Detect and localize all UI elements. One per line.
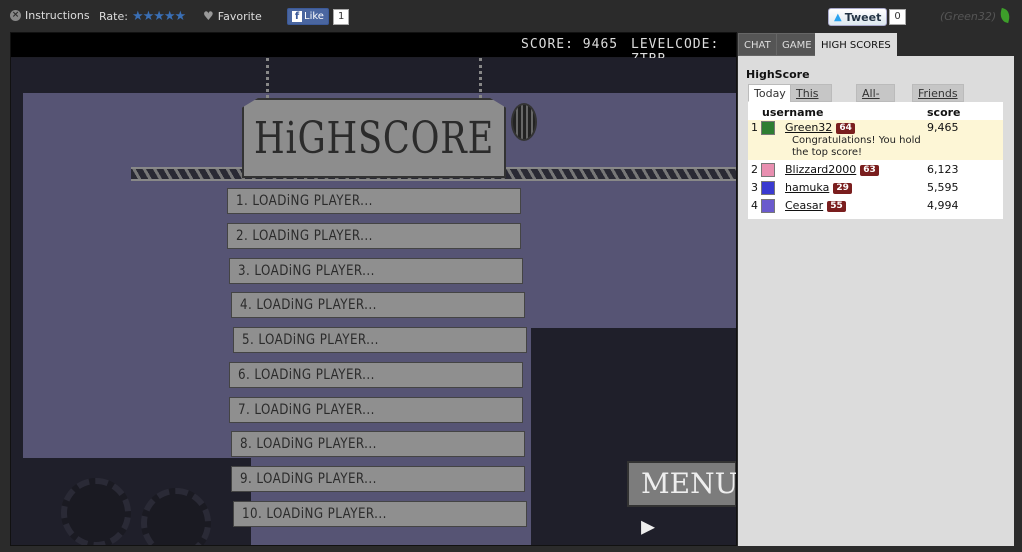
- like-label: Like: [304, 11, 324, 22]
- score-row: 2. LOADiNG PLAYER...: [227, 223, 521, 249]
- table-row: 3 hamuka 29 5,595: [748, 180, 1003, 198]
- heart-icon: ♥: [203, 9, 214, 23]
- score-value: 4,994: [927, 199, 959, 212]
- subtab-friends[interactable]: Friends: [912, 84, 964, 102]
- score-row: 10. LOADiNG PLAYER...: [233, 501, 527, 527]
- username: Ceasar: [785, 199, 824, 212]
- username-link[interactable]: hamuka 29: [785, 181, 852, 194]
- score-row: 9. LOADiNG PLAYER...: [231, 466, 525, 492]
- panel-tabs: CHAT GAME HIGH SCORES: [738, 32, 1014, 56]
- rank: 1: [751, 121, 758, 134]
- chain-right: [479, 58, 483, 98]
- tab-high-scores[interactable]: HIGH SCORES: [815, 33, 897, 56]
- avatar[interactable]: [761, 199, 775, 213]
- username: Blizzard2000: [785, 163, 857, 176]
- user-tag[interactable]: (Green32): [940, 10, 996, 23]
- gear-decoration: [61, 478, 131, 545]
- rate-label: Rate:: [99, 10, 128, 23]
- subtab-this-week[interactable]: This Week: [790, 84, 833, 118]
- row-label: 3. LOADiNG PLAYER...: [238, 263, 375, 279]
- highscore-sign: HiGHSCORE: [242, 98, 506, 178]
- level-badge: 63: [860, 165, 879, 176]
- score-value: 9,465: [927, 121, 959, 134]
- rank: 3: [751, 181, 758, 194]
- top-bar: × Instructions Rate: ★★★★★ ♥ Favorite f …: [0, 0, 1022, 32]
- username-link[interactable]: Green32 64: [785, 121, 855, 134]
- score-row: 4. LOADiNG PLAYER...: [231, 292, 525, 318]
- favorite-button[interactable]: ♥ Favorite: [203, 9, 262, 23]
- username-link[interactable]: Blizzard2000 63: [785, 163, 879, 176]
- rank: 4: [751, 199, 758, 212]
- like-count: 1: [332, 8, 350, 25]
- tweet-button[interactable]: ▲ Tweet: [828, 8, 888, 26]
- row-label: 4. LOADiNG PLAYER...: [240, 297, 377, 313]
- twitter-bird-icon: ▲: [834, 11, 842, 23]
- rating: Rate: ★★★★★: [99, 9, 186, 24]
- score-row: 8. LOADiNG PLAYER...: [231, 431, 525, 457]
- hud: SCORE: 9465 LEVELCODE: ZTBB: [11, 33, 736, 67]
- score-value: 5,595: [927, 181, 959, 194]
- username-link[interactable]: Ceasar 55: [785, 199, 846, 212]
- subtab-all-time[interactable]: All-Time: [856, 84, 895, 118]
- congrats-message: Congratulations! You hold the top score!: [792, 135, 921, 158]
- level-badge: 29: [833, 183, 852, 194]
- col-username: username: [762, 106, 824, 119]
- avatar[interactable]: [761, 163, 775, 177]
- tweet-widget: ▲ Tweet 0: [828, 8, 906, 26]
- facebook-icon: f: [292, 11, 302, 22]
- col-score: score: [927, 106, 961, 119]
- game-canvas[interactable]: SCORE: 9465 LEVELCODE: ZTBB HiGHSCORE 1.…: [10, 32, 737, 546]
- scene-shadow: [531, 328, 736, 545]
- row-label: 10. LOADiNG PLAYER...: [242, 506, 387, 522]
- favorite-label: Favorite: [217, 9, 262, 23]
- score-row: 3. LOADiNG PLAYER...: [229, 258, 523, 284]
- leaf-icon: [998, 7, 1012, 24]
- vent-grate: [511, 103, 537, 141]
- table-row: 1 Green32 64 9,465 Congratulations! You h…: [748, 120, 1003, 160]
- row-label: 6. LOADiNG PLAYER...: [238, 367, 375, 383]
- side-panel: CHAT GAME HIGH SCORES HighScore Today Th…: [738, 32, 1014, 546]
- subtab-today[interactable]: Today: [748, 84, 792, 102]
- score-readout: SCORE: 9465: [521, 37, 619, 52]
- username: Green32: [785, 121, 833, 134]
- table-row: 4 Ceasar 55 4,994: [748, 198, 1003, 216]
- sign-title: HiGHSCORE: [253, 112, 495, 164]
- level-badge: 55: [827, 201, 846, 212]
- instructions-link[interactable]: × Instructions: [10, 9, 90, 22]
- menu-button[interactable]: MENU ▸: [627, 461, 736, 542]
- table-row: 2 Blizzard2000 63 6,123: [748, 162, 1003, 180]
- close-circle-icon: ×: [10, 10, 21, 21]
- scene-ceiling: [11, 58, 736, 93]
- scene-left-edge: [11, 58, 23, 545]
- instructions-label: Instructions: [25, 9, 90, 22]
- tweet-label: Tweet: [844, 10, 882, 24]
- score-value: 6,123: [927, 163, 959, 176]
- row-label: 8. LOADiNG PLAYER...: [240, 436, 377, 452]
- level-badge: 64: [836, 123, 855, 134]
- row-label: 2. LOADiNG PLAYER...: [236, 228, 373, 244]
- username: hamuka: [785, 181, 830, 194]
- facebook-like-button[interactable]: f Like: [287, 8, 329, 25]
- score-row: 7. LOADiNG PLAYER...: [229, 397, 523, 423]
- rating-stars[interactable]: ★★★★★: [132, 9, 186, 24]
- scene-floor: [11, 458, 251, 545]
- row-label: 9. LOADiNG PLAYER...: [240, 471, 377, 487]
- highscore-title: HighScore: [746, 68, 810, 81]
- chain-left: [266, 58, 270, 98]
- row-label: 7. LOADiNG PLAYER...: [238, 402, 375, 418]
- row-label: 5. LOADiNG PLAYER...: [242, 332, 379, 348]
- rank: 2: [751, 163, 758, 176]
- tab-game[interactable]: GAME: [776, 33, 818, 56]
- avatar[interactable]: [761, 121, 775, 135]
- facebook-like: f Like 1: [287, 8, 350, 25]
- tab-chat[interactable]: CHAT: [738, 33, 777, 56]
- highscore-table: username score 1 Green32 64 9,465 Congrat…: [748, 102, 1003, 219]
- score-row: 6. LOADiNG PLAYER...: [229, 362, 523, 388]
- tweet-count: 0: [889, 9, 906, 25]
- avatar[interactable]: [761, 181, 775, 195]
- row-label: 1. LOADiNG PLAYER...: [236, 193, 373, 209]
- score-row: 5. LOADiNG PLAYER...: [233, 327, 527, 353]
- score-row: 1. LOADiNG PLAYER...: [227, 188, 521, 214]
